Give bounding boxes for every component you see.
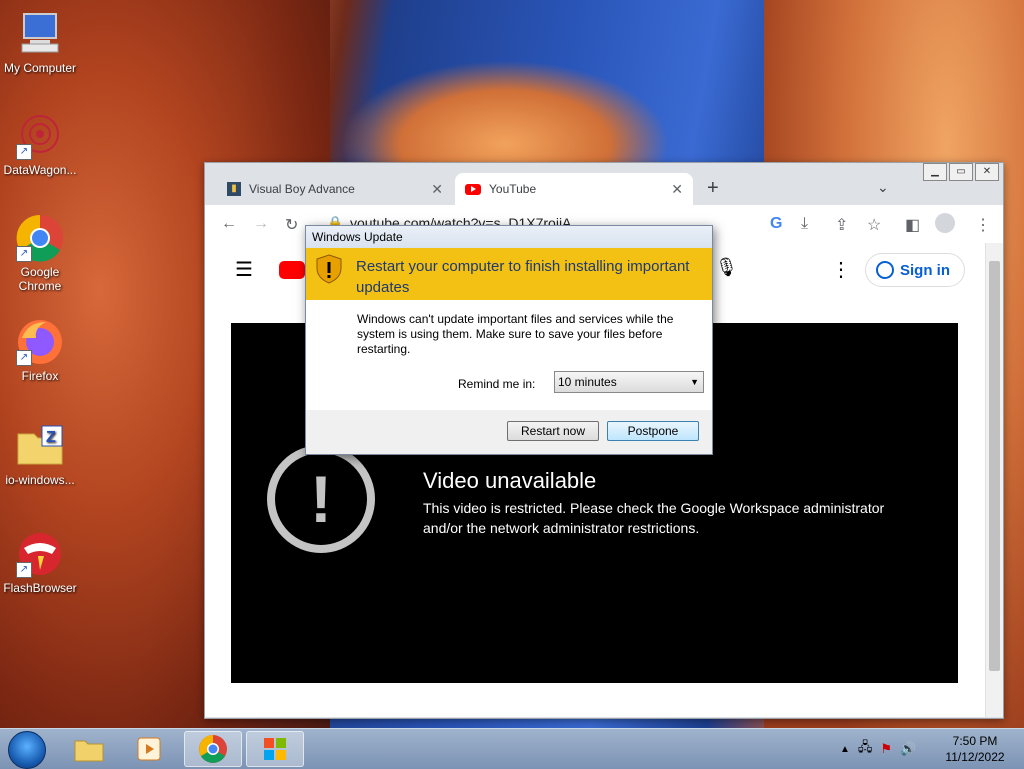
shortcut-arrow-icon: ↗ (16, 350, 32, 366)
forward-icon[interactable]: → (253, 215, 269, 233)
windows-update-icon (264, 738, 286, 760)
profile-avatar-icon[interactable] (935, 213, 955, 233)
back-icon[interactable]: ← (221, 215, 237, 233)
clock-time: 7:50 PM (952, 734, 998, 748)
remind-label: Remind me in: (458, 377, 536, 391)
desktop-icon-google-chrome[interactable]: ↗ Google Chrome (0, 214, 80, 293)
youtube-logo-icon[interactable] (279, 261, 305, 279)
folder-zip-icon: Z (16, 422, 64, 470)
dialog-heading: Restart your computer to finish installi… (356, 258, 690, 296)
tab-youtube[interactable]: YouTube ✕ (455, 173, 693, 205)
dialog-message: Windows can't update important files and… (357, 312, 674, 356)
scrollbar-thumb[interactable] (989, 261, 1000, 671)
tab-label: Visual Boy Advance (249, 182, 355, 196)
clock-date: 11/12/2022 (945, 750, 1005, 764)
clock[interactable]: 7:50 PM 11/12/2022 (940, 733, 1010, 765)
settings-more-icon[interactable]: ⋮ (831, 257, 851, 282)
network-icon[interactable]: 🖧 (858, 738, 873, 760)
desktop-icon-label: io-windows... (5, 473, 75, 487)
system-tray: ▲ 🖧 ⚑ 🔊 (840, 729, 916, 769)
dialog-banner: Restart your computer to finish installi… (306, 248, 712, 300)
vba-favicon-icon: ▮ (227, 182, 241, 196)
shortcut-arrow-icon: ↗ (16, 562, 32, 578)
desktop-icon-label: FlashBrowser (3, 581, 77, 595)
error-exclamation-icon: ! (267, 445, 375, 553)
windows-update-dialog: Windows Update Restart your computer to … (305, 225, 713, 455)
close-tab-icon[interactable]: ✕ (671, 181, 683, 198)
dialog-title: Windows Update (306, 226, 712, 248)
page-scrollbar[interactable] (986, 243, 1003, 717)
chrome-menu-icon[interactable]: ⋮ (975, 215, 991, 235)
tab-visual-boy-advance[interactable]: ▮ Visual Boy Advance ✕ (217, 173, 453, 205)
error-title: Video unavailable (423, 468, 597, 493)
svg-text:Z: Z (46, 429, 56, 446)
error-message: This video is restricted. Please check t… (423, 500, 885, 536)
remind-select-value: 10 minutes (558, 375, 617, 389)
desktop-icon-datawagon[interactable]: ↗ DataWagon... (0, 112, 80, 177)
desktop-icon-label: My Computer (3, 61, 77, 75)
youtube-favicon-icon (465, 183, 481, 195)
google-icon[interactable]: G (770, 215, 782, 233)
taskbar-explorer[interactable] (60, 731, 118, 767)
desktop-icon-label: Google Chrome (18, 265, 62, 293)
computer-icon (16, 10, 64, 58)
dropdown-arrow-icon: ▼ (690, 377, 699, 387)
sign-in-label: Sign in (900, 261, 950, 279)
menu-hamburger-icon[interactable]: ☰ (235, 257, 253, 282)
taskbar-chrome[interactable] (184, 731, 242, 767)
folder-icon (74, 740, 104, 762)
warning-shield-icon (316, 254, 342, 284)
new-tab-icon[interactable]: + (707, 177, 719, 200)
reload-icon[interactable]: ↻ (285, 215, 298, 235)
shortcut-arrow-icon: ↗ (16, 144, 32, 160)
datawagon-icon: ↗ (16, 112, 64, 160)
close-tab-icon[interactable]: ✕ (431, 181, 443, 198)
microphone-icon[interactable]: 🎙 (715, 257, 738, 278)
action-center-flag-icon[interactable]: ⚑ (880, 741, 892, 757)
bookmark-star-icon[interactable]: ☆ (867, 215, 881, 235)
desktop-icon-label: Firefox (21, 369, 59, 383)
taskbar-media-player[interactable] (120, 731, 178, 767)
postpone-button[interactable]: Postpone (607, 421, 699, 441)
side-panel-icon[interactable]: ◧ (905, 215, 920, 235)
account-circle-icon (876, 261, 894, 279)
chrome-icon: ↗ (16, 214, 64, 262)
firefox-icon: ↗ (16, 318, 64, 366)
media-player-icon (137, 737, 161, 761)
show-hidden-icons-icon[interactable]: ▲ (840, 744, 850, 755)
taskbar: ▲ 🖧 ⚑ 🔊 7:50 PM 11/12/2022 (0, 728, 1024, 769)
volume-icon[interactable]: 🔊 (900, 741, 916, 757)
dialog-body: Windows can't update important files and… (306, 300, 712, 410)
flashbrowser-icon: ↗ (16, 530, 64, 578)
desktop-icon-flashbrowser[interactable]: ↗ FlashBrowser (0, 530, 80, 595)
desktop-icon-my-computer[interactable]: My Computer (0, 10, 80, 75)
tab-strip: ▮ Visual Boy Advance ✕ YouTube ✕ + ⌄ (205, 173, 1003, 205)
taskbar-windows-update[interactable] (246, 731, 304, 767)
sign-in-button[interactable]: Sign in (865, 253, 965, 287)
desktop-icon-label: DataWagon... (3, 163, 77, 177)
tab-label: YouTube (489, 182, 537, 196)
install-app-icon[interactable]: ⤓ (801, 215, 808, 233)
share-icon[interactable]: ⇪ (835, 215, 848, 235)
start-button[interactable] (8, 731, 46, 769)
restart-now-button[interactable]: Restart now (507, 421, 599, 441)
desktop-icon-firefox[interactable]: ↗ Firefox (0, 318, 80, 383)
desktop-icon-io-windows[interactable]: Z io-windows... (0, 422, 80, 487)
remind-select[interactable]: 10 minutes ▼ (554, 371, 704, 393)
chrome-icon (199, 735, 227, 763)
tab-search-chevron-icon[interactable]: ⌄ (877, 179, 889, 196)
shortcut-arrow-icon: ↗ (16, 246, 32, 262)
